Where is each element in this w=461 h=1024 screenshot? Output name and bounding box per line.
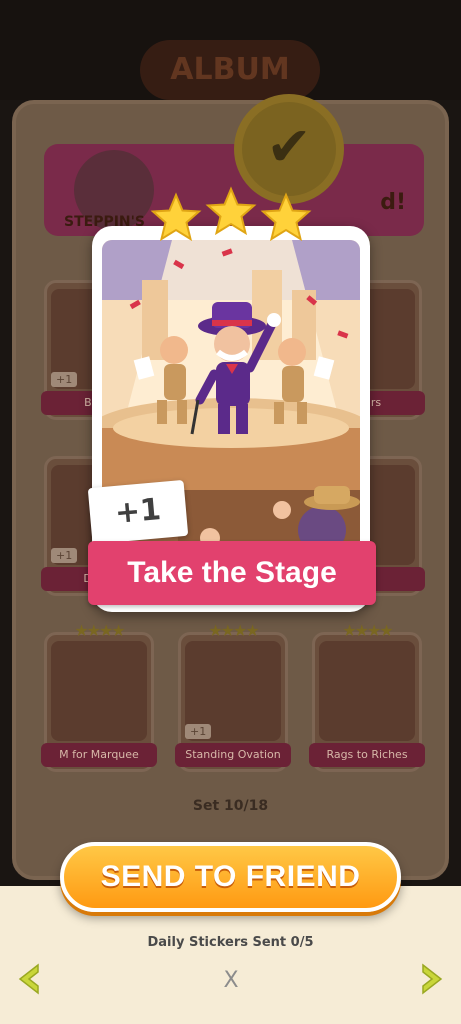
album-card-stars: ★★★★ — [74, 621, 125, 640]
album-card-count: +1 — [51, 548, 78, 563]
album-card-art — [319, 641, 415, 741]
close-icon[interactable]: X — [218, 966, 244, 996]
album-card-count: +1 — [185, 724, 212, 739]
chevron-left-icon[interactable] — [14, 962, 44, 996]
album-card[interactable]: ★★★★ M for Marquee — [41, 621, 157, 772]
album-card-name: Standing Ovation — [175, 743, 291, 767]
chevron-right-icon[interactable] — [417, 962, 447, 996]
album-card-stars: ★★★★ — [342, 621, 393, 640]
album-header-status: d! — [380, 190, 406, 215]
star-icon — [150, 192, 202, 242]
sticker-name: Take the Stage — [88, 541, 376, 605]
star-icon — [205, 186, 257, 236]
set-progress-label: Set 10/18 — [192, 798, 269, 814]
sticker-count-tag: +1 — [87, 479, 189, 545]
album-card[interactable]: ★★★★ Rags to Riches — [309, 621, 425, 772]
check-icon: ✔ — [266, 115, 312, 178]
album-card-art — [51, 641, 147, 741]
send-to-friend-button[interactable]: SEND TO FRIEND — [60, 842, 401, 912]
sticker-rating — [150, 186, 312, 248]
album-card-count: +1 — [51, 372, 78, 387]
album-card-stars: ★★★★ — [208, 621, 259, 640]
daily-stickers-sent-label: Daily Stickers Sent 0/5 — [147, 935, 314, 950]
album-card[interactable]: ★★★★ +1 Standing Ovation — [175, 621, 291, 772]
album-card-name: Rags to Riches — [309, 743, 425, 767]
album-card-name: M for Marquee — [41, 743, 157, 767]
album-title: ALBUM — [140, 40, 320, 100]
star-icon — [260, 192, 312, 242]
